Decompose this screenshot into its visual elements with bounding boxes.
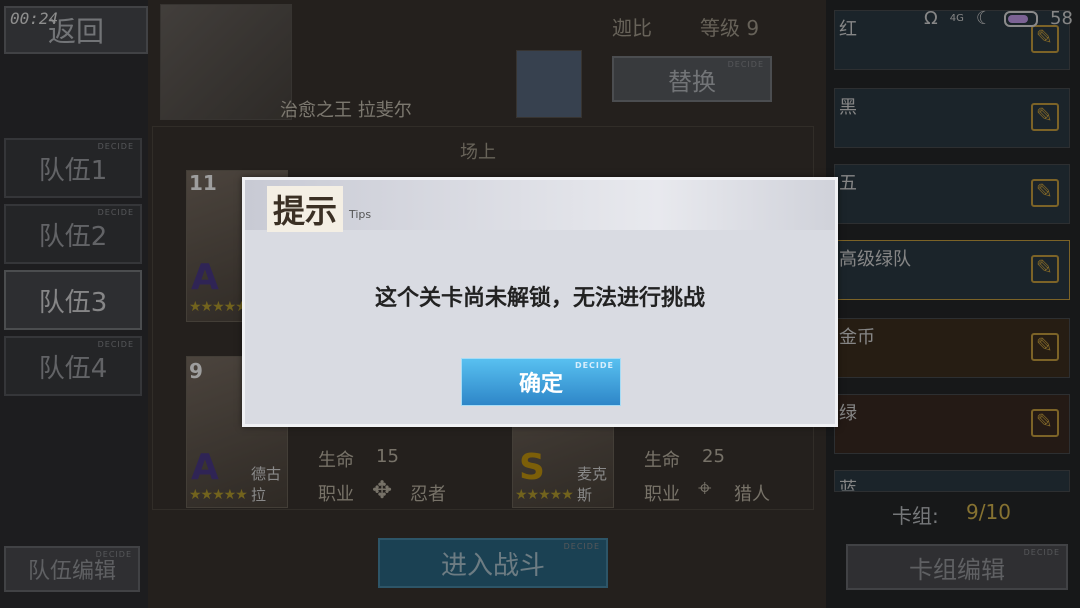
dialog-subtitle: Tips	[349, 208, 372, 221]
confirm-button[interactable]: DECIDE 确定	[461, 358, 621, 406]
confirm-label: 确定	[518, 372, 563, 397]
decide-tag: DECIDE	[574, 361, 614, 370]
dialog-header: 提示 Tips	[245, 180, 835, 232]
dialog-title: 提示	[267, 186, 344, 232]
dialog-message: 这个关卡尚未解锁，无法进行挑战	[374, 286, 705, 311]
alert-dialog: 提示 Tips 这个关卡尚未解锁，无法进行挑战 DECIDE 确定	[242, 177, 838, 427]
